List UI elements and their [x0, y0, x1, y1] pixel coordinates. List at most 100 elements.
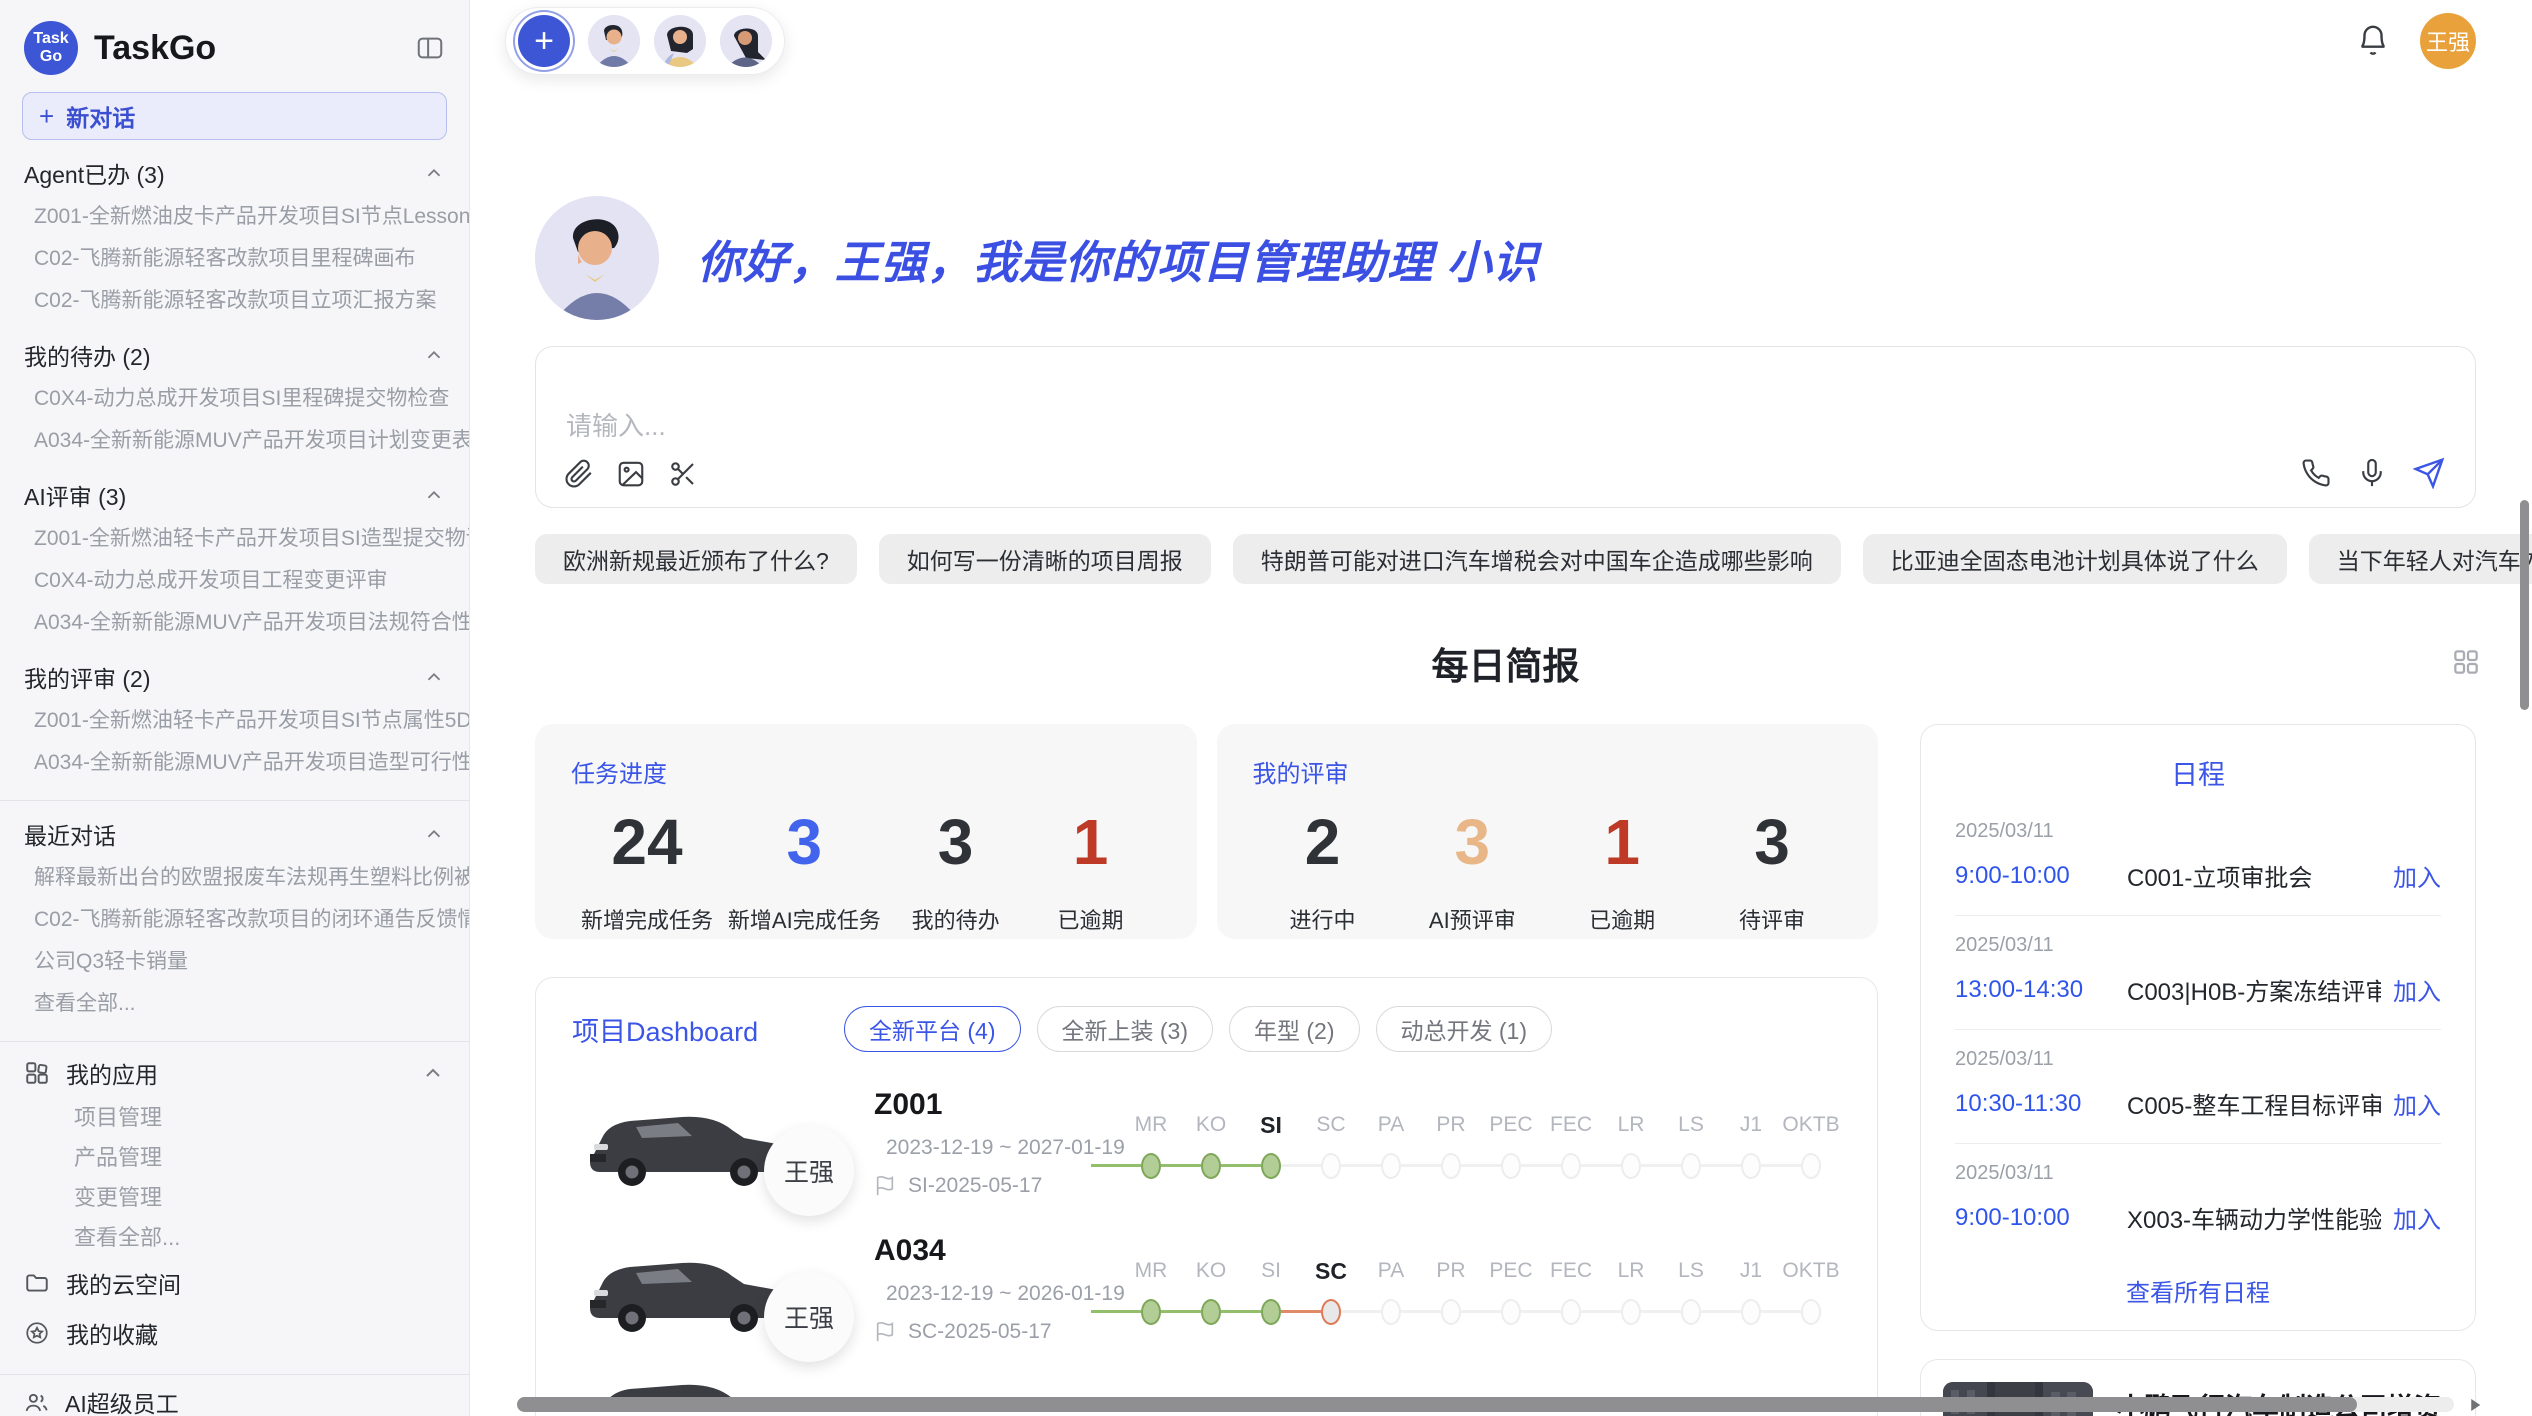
project-vehicle-image: 王强 — [572, 1088, 802, 1198]
sidebar-task-item[interactable]: A034-全新新能源MUV产品开发项目计划变更表编写 — [0, 420, 469, 462]
sidebar-task-item[interactable]: Z001-全新燃油皮卡产品开发项目SI节点Lesson Learn报告 — [0, 196, 469, 238]
owner-name: 王强 — [784, 1299, 834, 1335]
sidebar-item-favorites[interactable]: 我的收藏 — [0, 1308, 469, 1358]
divider — [0, 800, 469, 801]
dashboard-tab[interactable]: 全新上装 (3) — [1037, 1006, 1214, 1052]
view-all-schedule-link[interactable]: 查看所有日程 — [1955, 1273, 2441, 1308]
section-header-my-review[interactable]: 我的评审 (2) — [0, 654, 469, 700]
section-title: 我的评审 (2) — [24, 660, 151, 694]
schedule-list: 2025/03/11 9:00-10:00 C001-立项审批会 加入 2025… — [1955, 802, 2441, 1257]
app-sub-item[interactable]: 查看全部... — [0, 1218, 469, 1258]
project-dates: 2023-12-19 ~ 2027-01-19 — [874, 1136, 1114, 1160]
schedule-date: 2025/03/11 — [1955, 820, 2441, 843]
schedule-card: 日程 2025/03/11 9:00-10:00 C001-立项审批会 加入 2… — [1920, 724, 2476, 1331]
app-sub-item[interactable]: 项目管理 — [0, 1098, 469, 1138]
sidebar-item-cloud-space[interactable]: 我的云空间 — [0, 1258, 469, 1308]
project-row-z001[interactable]: 王强 Z001 2023-12-19 ~ 2027-01-19 SI-2025-… — [572, 1088, 1841, 1198]
sidebar-task-item[interactable]: A034-全新新能源MUV产品开发项目造型可行性评审 — [0, 742, 469, 784]
chevron-up-icon — [423, 484, 445, 506]
scroll-right-arrow-icon[interactable] — [2466, 1396, 2484, 1414]
suggestion-chip[interactable]: 当下年轻人对汽车外观有怎样的喜好趋势 — [2309, 534, 2532, 584]
sidebar-item-ai-super-staff[interactable]: AI超级员工 — [0, 1381, 469, 1416]
dashboard-tab[interactable]: 动总开发 (1) — [1376, 1006, 1553, 1052]
image-upload-icon[interactable] — [616, 459, 646, 489]
suggestion-chip[interactable]: 特朗普可能对进口汽车增税会对中国车企造成哪些影响 — [1233, 534, 1841, 584]
ai-review-list: Z001-全新燃油轻卡产品开发项目SI造型提交物评审C0X4-动力总成开发项目工… — [0, 518, 469, 644]
sidebar-task-item[interactable]: C02-飞腾新能源轻客改款项目里程碑画布 — [0, 238, 469, 280]
phone-call-icon[interactable] — [2301, 458, 2331, 488]
schedule-row: 9:00-10:00 C001-立项审批会 加入 — [1955, 858, 2441, 893]
agent-avatar-1[interactable] — [588, 15, 640, 67]
sidebar-item-my-apps[interactable]: 我的应用 — [0, 1048, 469, 1098]
suggestion-chip[interactable]: 比亚迪全固态电池计划具体说了什么 — [1863, 534, 2287, 584]
section-header-recent-chats[interactable]: 最近对话 — [0, 811, 469, 857]
milestone-label: SI — [1241, 1255, 1301, 1287]
layout-grid-icon[interactable] — [2450, 646, 2482, 678]
app-sub-item[interactable]: 变更管理 — [0, 1178, 469, 1218]
microphone-icon[interactable] — [2357, 458, 2387, 488]
recent-chat-item[interactable]: 公司Q3轻卡销量 — [0, 941, 469, 983]
dashboard-tab[interactable]: 全新平台 (4) — [844, 1006, 1021, 1052]
schedule-date: 2025/03/11 — [1955, 1162, 2441, 1185]
stat-value: 24 — [581, 805, 713, 879]
horizontal-scrollbar[interactable] — [517, 1397, 2454, 1412]
vertical-scrollbar-thumb[interactable] — [2520, 500, 2529, 710]
stat-label: 已逾期 — [1030, 903, 1150, 935]
milestone-dot — [1321, 1153, 1341, 1179]
milestone-dot — [1441, 1299, 1461, 1325]
milestone: PA — [1361, 1253, 1421, 1325]
recent-chat-item[interactable]: 解释最新出台的欧盟报废车法规再生塑料比例被调至15%... — [0, 857, 469, 899]
paperclip-icon[interactable] — [564, 459, 594, 489]
sidebar-task-item[interactable]: A034-全新新能源MUV产品开发项目法规符合性评审 — [0, 602, 469, 644]
milestone: MR — [1121, 1107, 1181, 1179]
milestone-dot — [1621, 1299, 1641, 1325]
sidebar-task-item[interactable]: C0X4-动力总成开发项目SI里程碑提交物检查 — [0, 378, 469, 420]
schedule-time: 13:00-14:30 — [1955, 976, 2127, 1004]
horizontal-scrollbar-thumb[interactable] — [517, 1397, 2357, 1412]
user-avatar[interactable]: 王强 — [2420, 13, 2476, 69]
recent-chat-item[interactable]: C02-飞腾新能源轻客改款项目的闭环通告反馈情况 — [0, 899, 469, 941]
project-row-a034[interactable]: 王强 A034 2023-12-19 ~ 2026-01-19 SC-2025-… — [572, 1234, 1841, 1344]
agent-avatar-2[interactable] — [654, 15, 706, 67]
suggestion-chip[interactable]: 欧洲新规最近颁布了什么? — [535, 534, 857, 584]
project-owner-badge: 王强 — [764, 1126, 854, 1216]
section-header-ai-review[interactable]: AI评审 (3) — [0, 472, 469, 518]
dashboard-tabs: 全新平台 (4) 全新上装 (3) 年型 (2) 动总开发 (1) — [844, 1006, 1841, 1052]
schedule-row: 13:00-14:30 C003|H0B-方案冻结评审 加入 — [1955, 972, 2441, 1007]
send-icon[interactable] — [2413, 457, 2445, 489]
sidebar-task-item[interactable]: Z001-全新燃油轻卡产品开发项目SI造型提交物评审 — [0, 518, 469, 560]
section-header-agent-done[interactable]: Agent已办 (3) — [0, 150, 469, 196]
section-header-my-todo[interactable]: 我的待办 (2) — [0, 332, 469, 378]
sidebar-task-item[interactable]: Z001-全新燃油轻卡产品开发项目SI节点属性5D文件评审 — [0, 700, 469, 742]
stat-label: 新增AI完成任务 — [728, 903, 881, 935]
milestone-dot — [1261, 1153, 1281, 1179]
milestone: J1 — [1721, 1107, 1781, 1179]
join-button[interactable]: 加入 — [2393, 858, 2441, 893]
sidebar-task-item[interactable]: C0X4-动力总成开发项目工程变更评审 — [0, 560, 469, 602]
schedule-entry: 2025/03/11 9:00-10:00 C001-立项审批会 加入 — [1955, 802, 2441, 915]
join-button[interactable]: 加入 — [2393, 1086, 2441, 1121]
stat-label: 新增完成任务 — [581, 903, 713, 935]
sidebar-task-item[interactable]: C02-飞腾新能源轻客改款项目立项汇报方案 — [0, 280, 469, 322]
notification-bell-icon[interactable] — [2356, 24, 2390, 58]
chat-input[interactable] — [566, 411, 1881, 442]
sidebar-collapse-icon[interactable] — [415, 33, 445, 63]
app-sub-item[interactable]: 产品管理 — [0, 1138, 469, 1178]
recent-chat-item[interactable]: 查看全部... — [0, 983, 469, 1025]
milestone-dot — [1381, 1153, 1401, 1179]
join-button[interactable]: 加入 — [2393, 972, 2441, 1007]
add-agent-button[interactable]: + — [518, 15, 570, 67]
my-todo-list: C0X4-动力总成开发项目SI里程碑提交物检查A034-全新新能源MUV产品开发… — [0, 378, 469, 462]
screenshot-scissors-icon[interactable] — [668, 459, 698, 489]
milestone: LS — [1661, 1107, 1721, 1179]
dashboard-tab[interactable]: 年型 (2) — [1229, 1006, 1360, 1052]
join-button[interactable]: 加入 — [2393, 1200, 2441, 1235]
suggestion-chip[interactable]: 如何写一份清晰的项目周报 — [879, 534, 1211, 584]
milestone-dot — [1321, 1299, 1341, 1325]
message-composer[interactable] — [535, 346, 2476, 508]
new-chat-button[interactable]: + 新对话 — [22, 92, 447, 140]
agent-avatar-3[interactable] — [720, 15, 772, 67]
milestone: SC — [1301, 1253, 1361, 1325]
stats-row: 任务进度 24 新增完成任务 3 新增AI完成任务 3 我的待办 — [535, 724, 1878, 939]
stat-value: 1 — [1030, 805, 1150, 879]
